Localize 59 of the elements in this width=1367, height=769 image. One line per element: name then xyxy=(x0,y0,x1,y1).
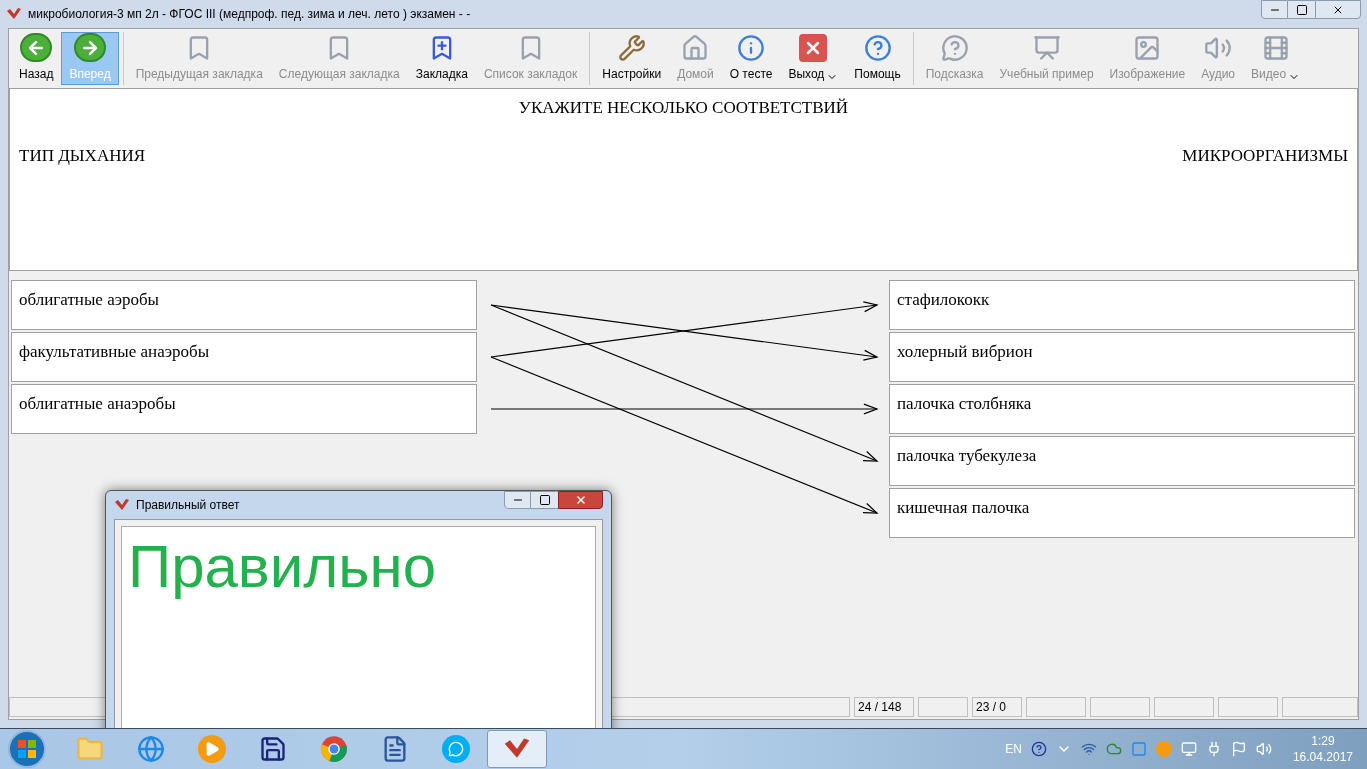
match-item[interactable]: облигатные анаэробы xyxy=(11,384,477,434)
folder-icon xyxy=(76,735,104,763)
match-item[interactable]: холерный вибрион xyxy=(889,332,1355,382)
toolbar-button[interactable]: Назад xyxy=(11,32,62,85)
match-item[interactable]: кишечная палочка xyxy=(889,488,1355,538)
status-cell xyxy=(1218,697,1278,717)
close-icon xyxy=(574,494,587,506)
help-icon[interactable] xyxy=(1030,741,1047,757)
house-icon xyxy=(681,34,710,62)
browser-icon xyxy=(320,735,348,763)
cloud-icon[interactable] xyxy=(1105,741,1122,757)
instruction-text: УКАЖИТЕ НЕСКОЛЬКО СООТВЕТСТВИЙ xyxy=(518,97,849,119)
window-title: микробиология-3 мп 2л - ФГОС III (медпроф. пед. зима и леч. лето ) экзамен - - xyxy=(28,6,471,23)
windows-logo-icon xyxy=(17,739,37,759)
flag-icon[interactable] xyxy=(1230,741,1247,757)
maximize-icon xyxy=(538,494,551,506)
toolbar-button[interactable]: Закладка xyxy=(407,32,476,85)
toolbar-button[interactable]: Помощь xyxy=(846,32,909,85)
match-item[interactable]: стафилококк xyxy=(889,280,1355,330)
close-icon xyxy=(799,34,828,62)
question-bubble-icon xyxy=(940,34,969,62)
maximize-icon xyxy=(1295,3,1308,16)
status-cell xyxy=(918,697,968,717)
status-cell: 24 / 148 xyxy=(854,697,914,717)
minimize-button[interactable] xyxy=(1261,0,1288,19)
result-text: Правильно xyxy=(128,533,437,600)
browser-icon xyxy=(137,735,165,763)
film-reel-icon xyxy=(1261,34,1290,62)
network-icon[interactable] xyxy=(1080,741,1097,757)
column-heading: ТИП ДЫХАНИЯ xyxy=(19,144,146,167)
status-cell xyxy=(1026,697,1086,717)
close-button[interactable] xyxy=(558,491,603,509)
monitor-icon[interactable] xyxy=(1180,741,1197,757)
taskbar-app-button[interactable] xyxy=(487,730,547,768)
maximize-button[interactable] xyxy=(531,491,558,509)
play-icon xyxy=(198,735,226,763)
info-icon xyxy=(737,34,766,62)
match-item[interactable]: палочка тубекулеза xyxy=(889,436,1355,486)
status-cell xyxy=(1154,697,1214,717)
selection-icon[interactable] xyxy=(1130,741,1147,757)
speaker-icon[interactable] xyxy=(1255,741,1272,757)
maximize-button[interactable] xyxy=(1288,0,1315,19)
match-item[interactable]: факультативные анаэробы xyxy=(11,332,477,382)
column-heading: МИКРООРГАНИЗМЫ xyxy=(1182,144,1348,167)
minimize-button[interactable] xyxy=(504,491,531,509)
status-cell xyxy=(1090,697,1150,717)
dialog-title: Правильный ответ xyxy=(136,497,240,514)
chat-icon xyxy=(442,735,470,763)
tools-icon xyxy=(617,34,646,62)
match-item[interactable]: палочка столбняка xyxy=(889,384,1355,434)
toolbar-button[interactable]: Выход xyxy=(780,32,847,85)
presentation-icon xyxy=(1032,34,1061,62)
image-icon xyxy=(1133,34,1162,62)
toolbar-button[interactable]: О тесте xyxy=(721,32,781,85)
help-icon xyxy=(863,34,892,62)
toolbar-button[interactable]: Настройки xyxy=(594,32,670,85)
match-item[interactable]: облигатные аэробы xyxy=(11,280,477,330)
status-cell: 23 / 0 xyxy=(972,697,1022,717)
start-button[interactable] xyxy=(8,730,46,768)
